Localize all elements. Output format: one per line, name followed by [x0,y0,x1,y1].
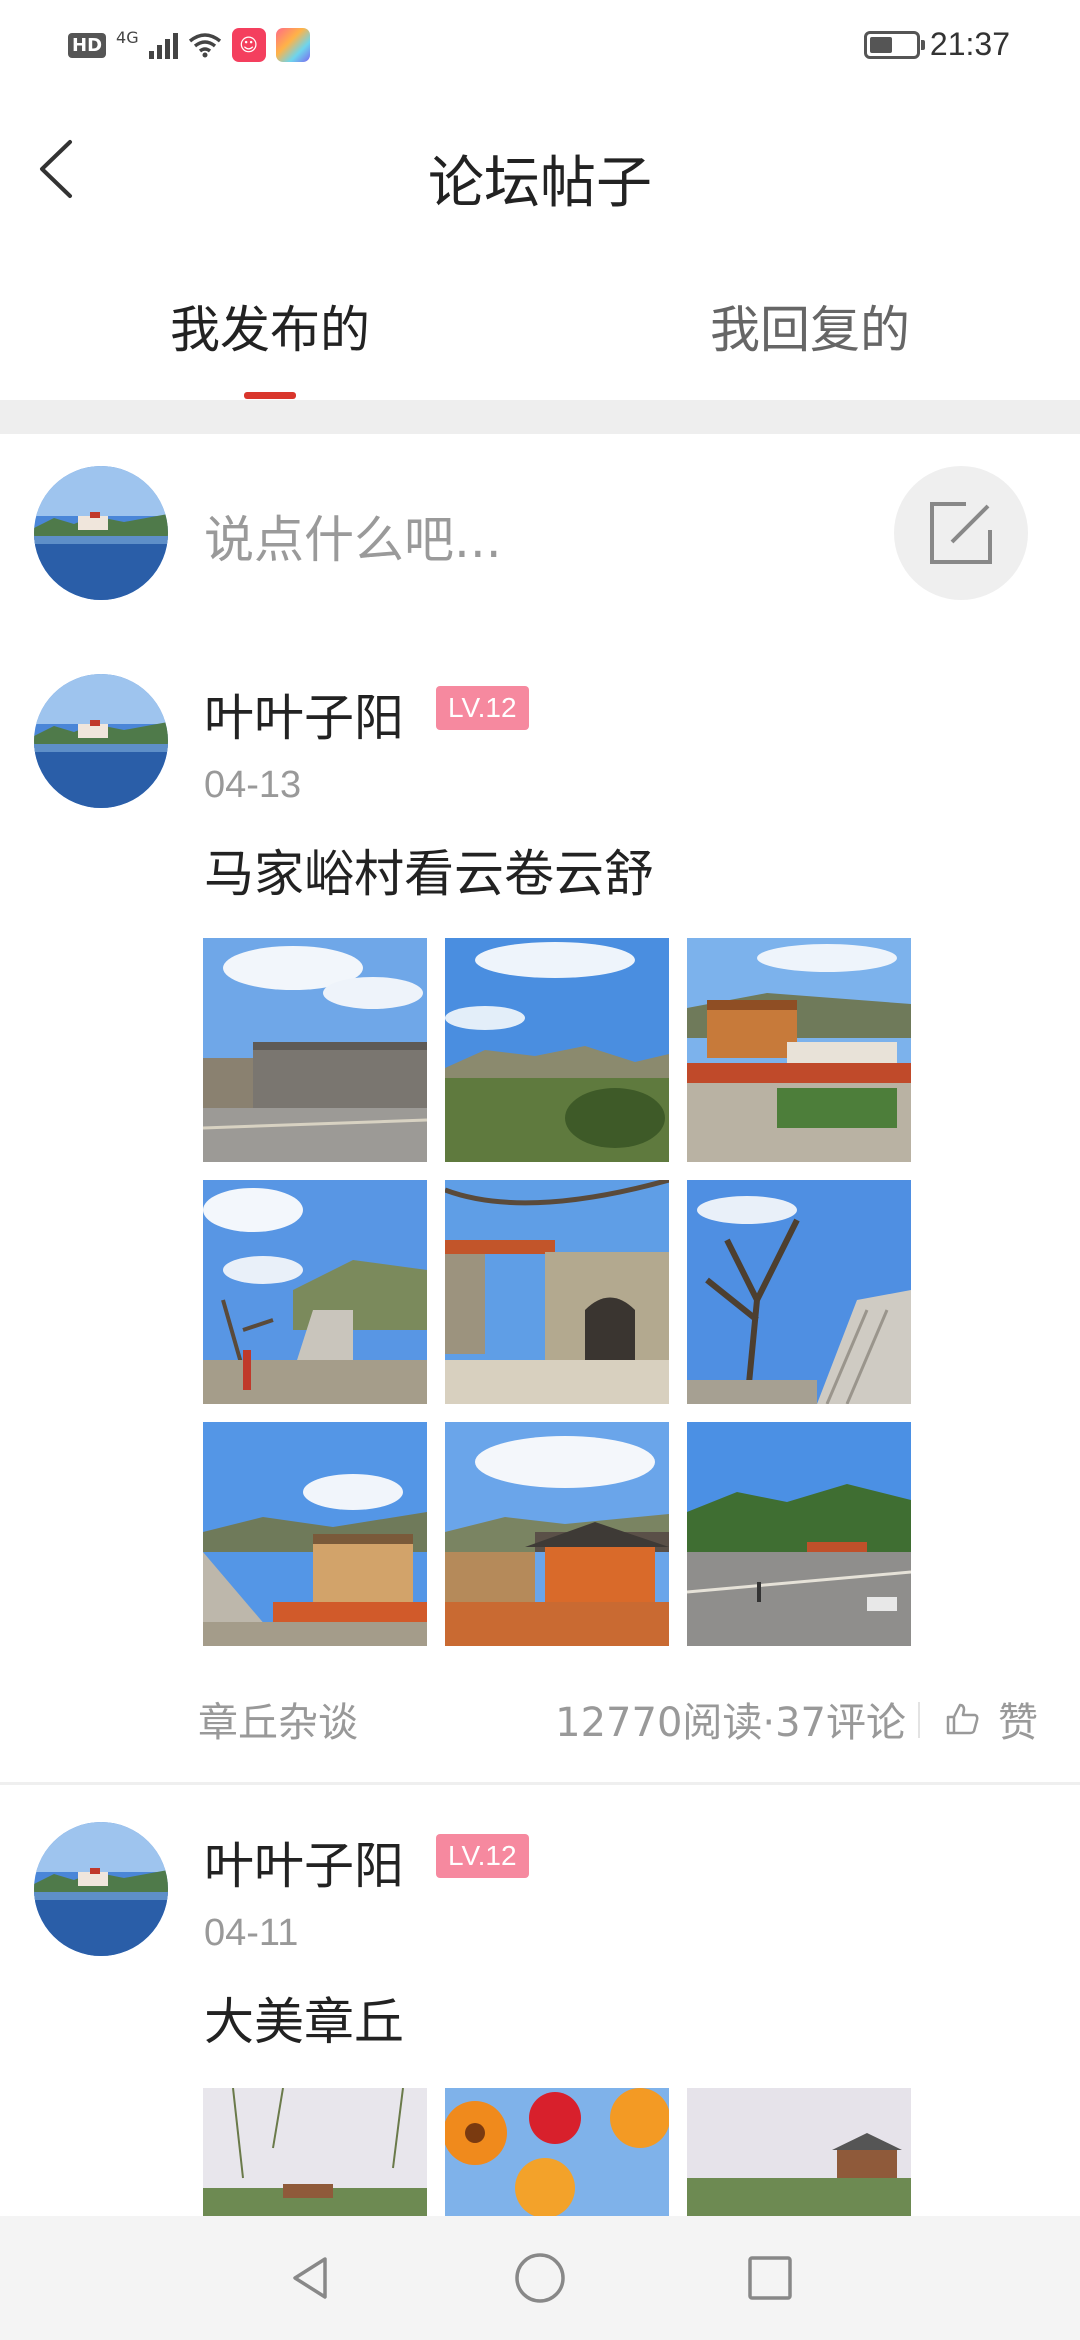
tab-my-posts[interactable]: 我发布的 [0,290,540,362]
image-grid [203,938,913,1646]
network-type: 4G [116,27,139,47]
hd-indicator: HD [68,32,107,58]
square-recents-icon [748,2256,792,2300]
post-separator [0,1782,1080,1785]
forum-tag[interactable]: 章丘杂谈 [198,1690,358,1748]
post-image[interactable] [687,1422,911,1646]
triangle-back-icon [293,2257,327,2299]
app-notification-icon: ☺ [231,28,266,62]
compose-button[interactable] [894,466,1028,600]
avatar[interactable] [34,1822,168,1956]
app-notification-icon-2 [275,28,310,62]
like-label: 赞 [998,1700,1038,1746]
post-stats: 12770阅读·37评论 [555,1700,906,1746]
post-item[interactable]: 叶叶子阳 LV.12 04-13 马家峪村看云卷云舒 章丘杂谈 12770阅读·… [0,674,1080,1774]
thumbs-up-icon [946,1703,979,1735]
post-item[interactable]: 叶叶子阳 LV.12 04-11 大美章丘 [0,1822,1080,2312]
tab-my-replies[interactable]: 我回复的 [540,290,1080,362]
post-image[interactable] [687,1180,911,1404]
post-footer: 章丘杂谈 12770阅读·37评论 赞 [0,1680,1080,1760]
active-tab-indicator [244,392,296,399]
avatar[interactable] [34,674,168,808]
post-image[interactable] [445,938,669,1162]
post-date: 04-13 [204,764,302,806]
circle-home-icon [515,2253,565,2303]
level-badge: LV.12 [436,1834,529,1878]
post-input[interactable]: 说点什么吧... [204,500,502,572]
post-image[interactable] [445,1180,669,1404]
page-title: 论坛帖子 [428,151,652,216]
post-image[interactable] [203,1180,427,1404]
signal-icon [148,31,178,59]
post-image[interactable] [445,1422,669,1646]
wifi-icon [188,33,221,58]
system-nav-bar [0,2216,1080,2340]
footer-divider [918,1702,920,1738]
status-bar: HD 4G ☺ 21:37 [0,0,1080,90]
post-image[interactable] [203,938,427,1162]
like-button[interactable]: 赞 [944,1690,1038,1748]
composer: 说点什么吧... [0,434,1080,634]
avatar[interactable] [34,466,168,600]
post-date: 04-11 [204,1912,299,1954]
post-title[interactable]: 大美章丘 [204,1982,404,2054]
username[interactable]: 叶叶子阳 [204,1826,404,1898]
app-header: 论坛帖子 [0,110,1080,230]
post-image[interactable] [687,938,911,1162]
compose-icon [930,502,992,564]
post-image[interactable] [203,1422,427,1646]
level-badge: LV.12 [436,686,529,730]
post-title[interactable]: 马家峪村看云卷云舒 [204,834,654,906]
nav-back-button[interactable] [280,2248,340,2308]
battery-icon [863,30,925,59]
username[interactable]: 叶叶子阳 [204,678,404,750]
nav-home-button[interactable] [510,2248,570,2308]
nav-recents-button[interactable] [740,2248,800,2308]
section-divider [0,400,1080,434]
status-time: 21:37 [929,26,1010,62]
tab-bar: 我发布的 我回复的 [0,270,1080,400]
